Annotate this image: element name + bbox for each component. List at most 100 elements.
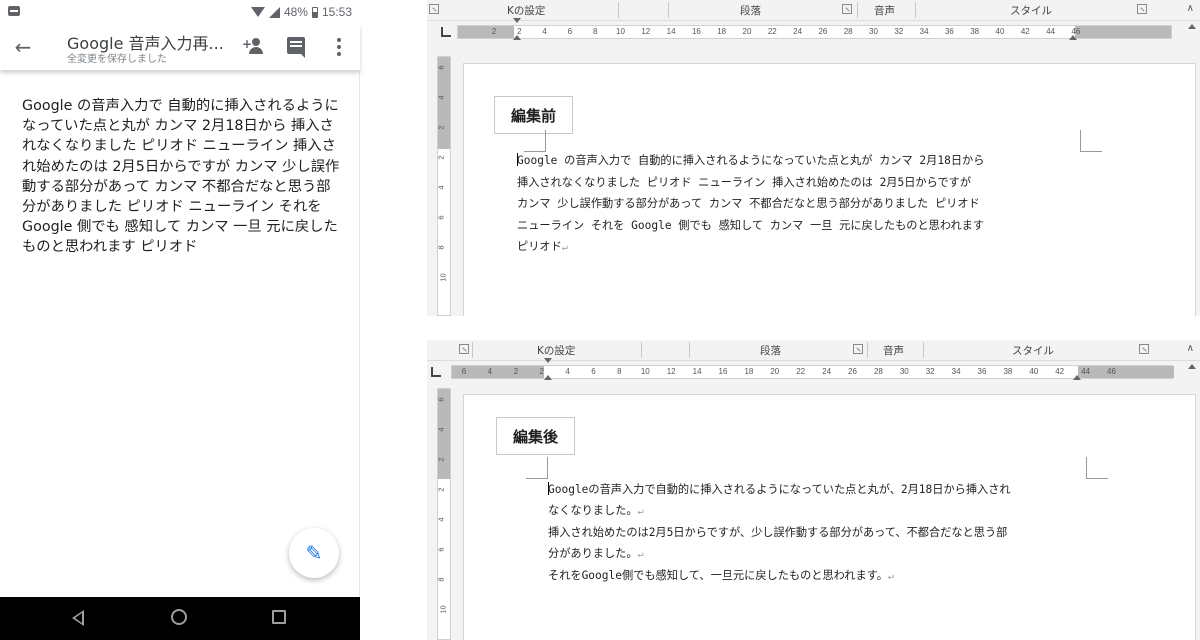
crop-mark-top-right [1086, 457, 1108, 479]
ruler-tick: 24 [793, 27, 803, 36]
ruler-right-margin [1078, 366, 1174, 378]
ruler-tick: 4 [487, 367, 493, 376]
hanging-indent-marker[interactable] [513, 35, 521, 40]
horizontal-ruler[interactable]: 6 4 2 2 4 6 8 10 12 14 16 18 20 22 24 26 28 30 32 34 36 38 40 4… [427, 358, 1200, 382]
text-line: 挿入され始めたのは2月5日からですが、少し誤作動する部分があって、不都合だなと思… [548, 526, 1008, 539]
ruler-tick: 20 [770, 367, 780, 376]
ruler-tick: 2 [436, 457, 446, 462]
ruler-tick: 14 [666, 27, 676, 36]
horizontal-ruler[interactable]: 2 2 4 6 8 10 12 14 16 18 20 22 24 26 28 30 32 34 36 38 40 42 4… [427, 18, 1200, 42]
text-line: Google の音声入力で 自動的に挿入されるようになっていた点と丸が カンマ … [517, 150, 1097, 172]
clock: 15:53 [321, 5, 352, 19]
collapse-ribbon-icon[interactable]: ∧ [1187, 343, 1194, 354]
document-page[interactable]: 編集前 Google の音声入力で 自動的に挿入されるようになっていた点と丸が … [463, 63, 1196, 316]
label-before: 編集前 [494, 96, 574, 134]
ribbon-separator [867, 342, 868, 358]
ruler-tick: 38 [970, 27, 980, 36]
vertical-ruler[interactable]: 6 4 2 2 4 6 8 10 [437, 388, 451, 640]
ruler-tick: 30 [899, 367, 909, 376]
ruler-tick: 4 [565, 367, 570, 376]
doc-body-text[interactable]: Google の音声入力で 自動的に挿入されるようになっていた点と丸が カンマ … [22, 96, 344, 258]
paragraph-mark: ↵ [637, 506, 644, 517]
dialog-launcher-icon[interactable] [429, 4, 439, 14]
ruler-tick: 2 [513, 367, 519, 376]
nav-home-icon[interactable] [171, 609, 187, 625]
ribbon-group-font: Kの設定 [537, 345, 576, 357]
text-line-3: 分がありました。 [548, 547, 638, 560]
ruler-tick: 42 [1020, 27, 1030, 36]
nav-back-icon[interactable] [72, 610, 84, 626]
save-status: 全変更を保存しました [67, 54, 167, 65]
ruler-tick: 14 [692, 367, 702, 376]
dialog-launcher-icon[interactable] [1137, 4, 1147, 14]
ruler-tick: 4 [436, 185, 446, 190]
right-indent-marker[interactable] [1069, 35, 1077, 40]
comment-icon[interactable] [287, 37, 305, 58]
ruler-tick: 12 [666, 367, 676, 376]
person-add-icon[interactable]: + [242, 36, 266, 58]
collapse-ribbon-icon[interactable]: ∧ [1187, 3, 1194, 14]
document-text[interactable]: Google の音声入力で 自動的に挿入されるようになっていた点と丸が カンマ … [517, 150, 1097, 259]
battery-percent: 48% [283, 5, 308, 19]
ruler-tick: 6 [436, 397, 446, 402]
scroll-up-arrow-icon[interactable] [1188, 364, 1196, 369]
android-nav-bar [0, 597, 360, 640]
ruler-track: 2 2 4 6 8 10 12 14 16 18 20 22 24 26 28 30 32 34 36 38 40 42 4… [457, 25, 1172, 39]
tab-selector-icon[interactable] [431, 367, 441, 377]
ruler-tick: 6 [436, 547, 446, 552]
more-vert-icon[interactable] [330, 37, 348, 57]
ruler-tick: 20 [742, 27, 752, 36]
crop-mark-top-left [526, 457, 548, 479]
nav-recent-icon[interactable] [272, 610, 286, 624]
ruler-tick: 6 [436, 215, 446, 220]
ruler-tick: 32 [925, 367, 935, 376]
ruler-tick: 2 [436, 155, 446, 160]
ruler-tick: 24 [822, 367, 832, 376]
phone-screen: 48% 15:53 ← Google 音声入力再... 全変更を保存しました +… [0, 0, 360, 640]
ruler-tick: 2 [436, 487, 446, 492]
paragraph-mark: ↵ [887, 571, 894, 582]
ruler-tick: 2 [436, 125, 446, 130]
ribbon-group-styles: スタイル [1010, 5, 1052, 17]
dialog-launcher-icon[interactable] [1139, 344, 1149, 354]
ribbon-group-font: Kの設定 [507, 5, 546, 17]
ruler-tick: 10 [438, 273, 448, 282]
ribbon-separator [689, 342, 690, 358]
text-line: 分がありました。↵ [548, 543, 1108, 565]
scroll-up-arrow-icon[interactable] [1188, 24, 1196, 29]
edit-pencil-icon[interactable]: ✎ [289, 528, 339, 578]
text-line: カンマ 少し誤作動する部分があって カンマ 不都合だなと思う部分がありました ピ… [517, 197, 980, 210]
hanging-indent-marker[interactable] [544, 375, 552, 380]
status-right: 48% 15:53 [250, 3, 352, 21]
ruler-tick: 18 [744, 367, 754, 376]
dialog-launcher-icon[interactable] [842, 4, 852, 14]
first-line-indent-marker[interactable] [544, 358, 552, 363]
text-line: 挿入されなくなりました ピリオド ニューライン 挿入され始めたのは 2月5日から… [517, 175, 972, 189]
ribbon-group-paragraph: 段落 [740, 5, 761, 17]
ruler-tick: 2 [491, 27, 497, 36]
ruler-tick: 4 [436, 517, 446, 522]
document-page[interactable]: 編集後 Googleの音声入力で自動的に挿入されるようになっていた点と丸が、2月… [463, 394, 1196, 640]
text-line-4: それをGoogle側でも感知して、一旦元に戻したものと思われます。 [548, 569, 888, 582]
signal-icon [268, 6, 280, 18]
ruler-tick: 12 [641, 27, 651, 36]
ribbon-separator [923, 342, 924, 358]
tab-selector-icon[interactable] [441, 27, 451, 37]
ruler-tick: 42 [1055, 367, 1065, 376]
vertical-ruler[interactable]: 6 4 2 2 4 6 8 10 [437, 56, 451, 316]
first-line-indent-marker[interactable] [513, 18, 521, 23]
ruler-tick: 10 [438, 605, 448, 614]
ruler-tick: 8 [436, 245, 446, 250]
label-after: 編集後 [496, 417, 576, 455]
arrow-back-icon[interactable]: ← [10, 34, 36, 60]
document-text[interactable]: Googleの音声入力で自動的に挿入されるようになっていた点と丸が、2月18日か… [548, 479, 1108, 587]
ruler-tick: 34 [951, 367, 961, 376]
ribbon-group-styles: スタイル [1012, 345, 1054, 357]
ruler-tick: 30 [869, 27, 878, 36]
right-indent-marker[interactable] [1073, 375, 1081, 380]
dialog-launcher-icon[interactable] [459, 344, 469, 354]
status-bar: 48% 15:53 [0, 0, 360, 24]
ruler-track: 6 4 2 2 4 6 8 10 12 14 16 18 20 22 24 26 28 30 32 34 36 38 40 4… [451, 365, 1174, 379]
dialog-launcher-icon[interactable] [853, 344, 863, 354]
ribbon-separator [472, 342, 473, 358]
